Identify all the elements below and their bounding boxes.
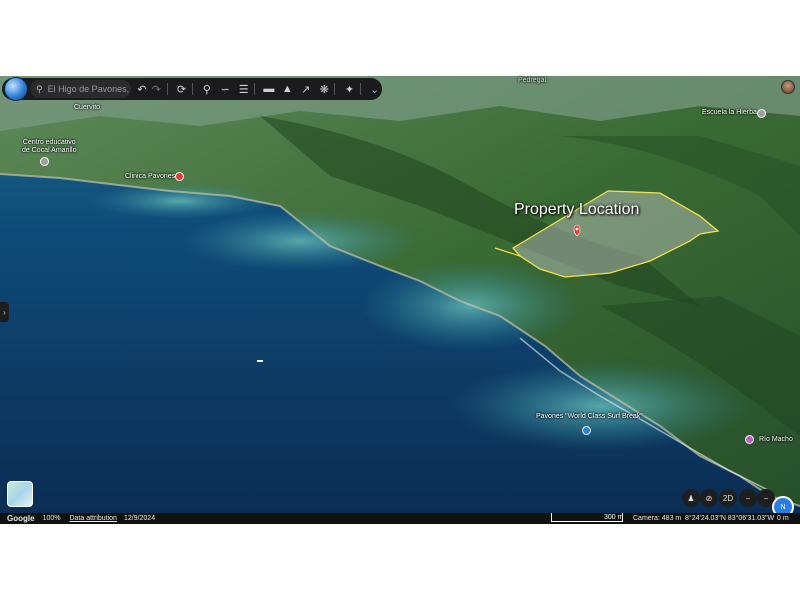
hospital-pin-icon[interactable] [175,172,184,181]
zoom-out-button[interactable]: − [739,489,757,507]
place-label-clinica[interactable]: Clinica Pavones [125,173,175,181]
history-icon[interactable]: ⟳ [174,80,188,98]
place-label-rio-macho[interactable]: Río Macho [759,436,793,444]
property-location-label[interactable]: Property Location [514,201,639,219]
view-mode-label: 2D [722,493,734,503]
side-panel-toggle[interactable]: › [0,302,9,322]
cursor-coordinates: 8°24'24.03"N 83°06'31.03"W [685,515,775,522]
image-overlay-icon[interactable]: ▲ [280,80,294,98]
toolbar-divider [359,83,361,95]
place-label-cuervito[interactable]: Cuervito [74,104,100,112]
pegman-icon[interactable]: ♟ [682,489,700,507]
surf-pin-icon[interactable] [582,426,591,435]
river-pin-icon[interactable] [745,435,754,444]
map-viewport[interactable] [0,76,800,513]
view-mode-button[interactable]: 2D [719,489,737,507]
school-pin-icon[interactable] [40,157,49,166]
undo-icon[interactable]: ↶ [135,80,149,98]
data-attribution-link[interactable]: Data attribution [69,515,116,522]
camera-altitude: Camera: 483 m [633,515,682,522]
toolbar-divider [166,83,168,95]
redo-icon[interactable]: ↷ [149,80,163,98]
settings-icon[interactable]: ❋ [317,80,331,98]
placemark-icon[interactable]: ⚲ [200,80,214,98]
layer-thumbnail-button[interactable] [7,481,33,507]
google-earth-app: ⚲ El Higo de Pavones, adjac ↶ ↷ ⟳ ⚲ ∽ ☰ … [0,0,800,600]
search-input[interactable]: ⚲ El Higo de Pavones, adjac [30,80,131,98]
top-toolbar: ⚲ El Higo de Pavones, adjac ↶ ↷ ⟳ ⚲ ∽ ☰ … [2,78,382,100]
toolbar-divider [191,83,193,95]
status-bar: Google 100% Data attribution 12/9/2024 C… [0,513,800,524]
search-icon: ⚲ [36,83,43,94]
place-label-centro-educativo[interactable]: Centro educativo de Cocal Amarillo [22,139,76,155]
zoom-level: 100% [42,515,61,522]
chevron-down-icon[interactable]: ⌄ [367,80,381,98]
globe-menu-icon[interactable] [4,77,28,101]
toolbar-divider [253,83,255,95]
toolbar-divider [334,83,336,95]
path-icon[interactable]: ∽ [218,80,232,98]
place-label-line: de Cocal Amarillo [22,147,77,154]
google-logo: Google [7,514,35,523]
satellite-imagery[interactable] [0,76,800,513]
compass-rose-icon[interactable]: ✦ [342,80,356,98]
location-off-icon[interactable]: ⊘ [700,489,718,507]
elevation: 0 m [777,515,789,522]
chevron-right-icon: › [3,307,6,317]
place-label-escuela[interactable]: Escuela la Hierba [702,109,757,117]
scale-label: 300 m [604,514,624,521]
imagery-date: 12/9/2024 [123,515,156,522]
measure-icon[interactable]: ▬ [262,80,276,98]
school-pin-icon[interactable] [757,109,766,118]
share-icon[interactable]: ↗ [299,80,313,98]
place-label-surf-break[interactable]: Pavones "World Class Surf Break" [536,413,643,421]
layers-icon[interactable]: ☰ [236,80,250,98]
avatar[interactable] [781,80,795,94]
place-label-pedregal[interactable]: Pedregal [518,77,546,85]
search-value: El Higo de Pavones, adjac [47,84,131,94]
place-label-line: Centro educativo [22,139,76,146]
